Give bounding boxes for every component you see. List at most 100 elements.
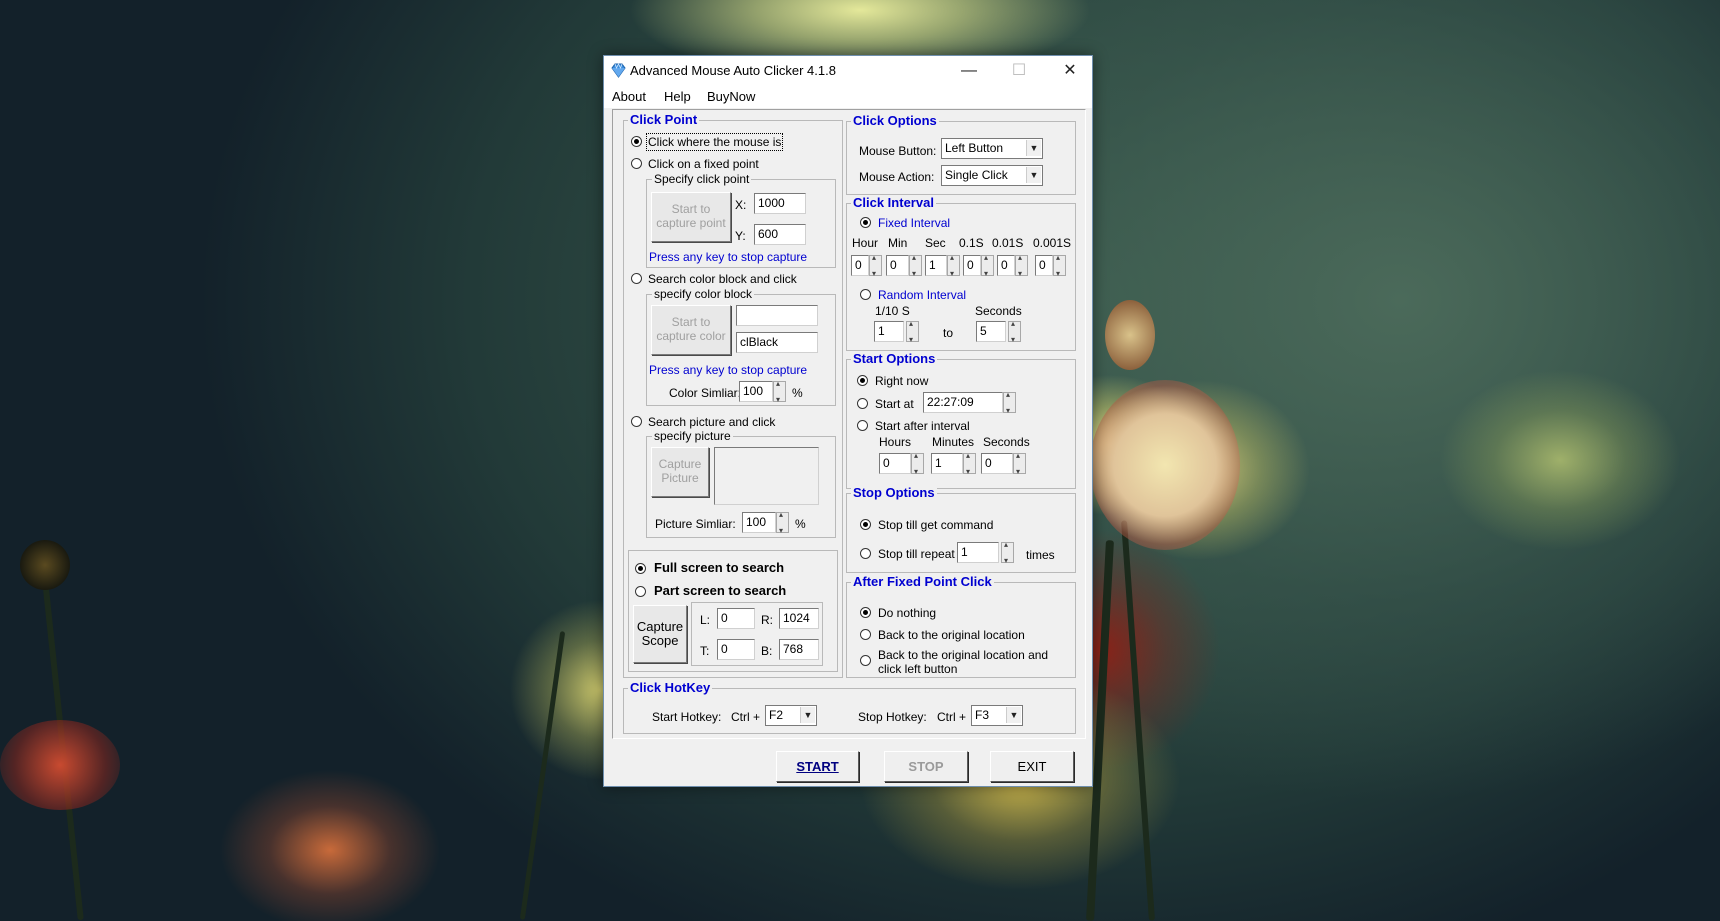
times-label: times (1026, 548, 1055, 562)
radio-search-picture[interactable] (631, 416, 642, 427)
interval-min-input[interactable]: 0 (886, 255, 909, 276)
specify-color-title: specify color block (652, 287, 755, 301)
specify-picture-title: specify picture (652, 429, 733, 443)
label-back-and-click-line1[interactable]: Back to the original location and (878, 648, 1048, 662)
repeat-count-input[interactable]: 1 (957, 542, 999, 563)
start-button[interactable]: START (776, 751, 859, 782)
stop-options-group: Stop Options Stop till get command Stop … (846, 486, 1076, 573)
interval-hundredth-input[interactable]: 0 (997, 255, 1015, 276)
radio-back-original[interactable] (860, 629, 871, 640)
start-minutes-input[interactable]: 1 (931, 453, 963, 474)
stop-button[interactable]: STOP (884, 751, 968, 782)
menu-buynow[interactable]: BuyNow (707, 89, 755, 104)
title-bar[interactable]: Advanced Mouse Auto Clicker 4.1.8 — ☐ ✕ (604, 56, 1092, 86)
radio-fixed-point[interactable] (631, 158, 642, 169)
radio-mouse-is[interactable] (631, 136, 642, 147)
start-at-time-spinner[interactable] (1003, 390, 1016, 415)
label-till-repeat[interactable]: Stop till repeat (878, 547, 955, 561)
label-till-command[interactable]: Stop till get command (878, 518, 993, 532)
close-icon: ✕ (1063, 62, 1077, 79)
interval-hour-input[interactable]: 0 (851, 255, 869, 276)
radio-full-screen[interactable] (635, 563, 646, 574)
label-search-color[interactable]: Search color block and click (648, 272, 797, 286)
mouse-action-select[interactable]: Single Click ▼ (941, 165, 1043, 186)
radio-random-interval[interactable] (860, 289, 871, 300)
label-after-interval[interactable]: Start after interval (875, 419, 970, 433)
start-seconds-input[interactable]: 0 (981, 453, 1013, 474)
mouse-button-value: Left Button (945, 141, 1004, 155)
interval-min-spinner[interactable] (909, 253, 922, 278)
label-right-now[interactable]: Right now (875, 374, 928, 388)
radio-back-and-click[interactable] (860, 655, 871, 666)
start-hours-input[interactable]: 0 (879, 453, 911, 474)
label-back-and-click-line2[interactable]: click left button (878, 662, 957, 676)
t-input[interactable]: 0 (717, 639, 755, 660)
random-to-spinner[interactable] (1008, 319, 1021, 344)
close-button[interactable]: ✕ (1047, 56, 1093, 86)
random-to-input[interactable]: 5 (976, 321, 1006, 342)
radio-after-interval[interactable] (857, 420, 868, 431)
interval-thousandth-spinner[interactable] (1053, 253, 1066, 278)
interval-tenth-spinner[interactable] (981, 253, 994, 278)
b-input[interactable]: 768 (779, 639, 819, 660)
start-seconds-spinner[interactable] (1013, 451, 1026, 476)
label-full-screen[interactable]: Full screen to search (654, 561, 784, 575)
random-from-spinner[interactable] (906, 319, 919, 344)
random-seconds-label: Seconds (975, 304, 1022, 318)
interval-sec-spinner[interactable] (947, 253, 960, 278)
radio-start-at[interactable] (857, 398, 868, 409)
minimize-button[interactable]: — (946, 56, 992, 86)
radio-till-command[interactable] (860, 519, 871, 530)
color-similar-input[interactable]: 100 (739, 381, 773, 402)
interval-hundredth-spinner[interactable] (1015, 253, 1028, 278)
interval-thousandth-input[interactable]: 0 (1035, 255, 1053, 276)
random-from-input[interactable]: 1 (874, 321, 904, 342)
radio-do-nothing[interactable] (860, 607, 871, 618)
label-start-at[interactable]: Start at (875, 397, 914, 411)
maximize-icon: ☐ (1011, 62, 1027, 79)
radio-part-screen[interactable] (635, 586, 646, 597)
label-part-screen[interactable]: Part screen to search (654, 584, 786, 598)
exit-button[interactable]: EXIT (990, 751, 1074, 782)
interval-header: 0.001S (1033, 236, 1072, 250)
y-input[interactable]: 600 (754, 224, 806, 245)
menu-about[interactable]: About (612, 89, 646, 104)
click-point-title: Click Point (628, 112, 700, 127)
stop-hotkey-select[interactable]: F3 ▼ (971, 705, 1023, 726)
interval-tenth-input[interactable]: 0 (963, 255, 981, 276)
radio-till-repeat[interactable] (860, 548, 871, 559)
color-similar-spinner[interactable] (773, 379, 786, 404)
color-name-input[interactable]: clBlack (736, 332, 818, 353)
mouse-button-select[interactable]: Left Button ▼ (941, 138, 1043, 159)
label-fixed-point[interactable]: Click on a fixed point (648, 157, 759, 171)
label-search-picture[interactable]: Search picture and click (648, 415, 775, 429)
x-input[interactable]: 1000 (754, 193, 806, 214)
start-minutes-spinner[interactable] (963, 451, 976, 476)
repeat-count-spinner[interactable] (1001, 540, 1014, 565)
interval-hour-spinner[interactable] (869, 253, 882, 278)
interval-sec-input[interactable]: 1 (925, 255, 947, 276)
radio-search-color[interactable] (631, 273, 642, 284)
l-input[interactable]: 0 (717, 608, 755, 629)
picture-similar-input[interactable]: 100 (742, 512, 776, 533)
click-interval-title: Click Interval (851, 195, 936, 210)
label-back-original[interactable]: Back to the original location (878, 628, 1025, 642)
capture-point-button[interactable]: Start to capture point (651, 192, 731, 242)
label-fixed-interval[interactable]: Fixed Interval (878, 216, 950, 230)
menu-help[interactable]: Help (664, 89, 691, 104)
radio-right-now[interactable] (857, 375, 868, 386)
label-random-interval[interactable]: Random Interval (878, 288, 966, 302)
capture-color-button[interactable]: Start to capture color (651, 305, 731, 355)
start-hotkey-select[interactable]: F2 ▼ (765, 705, 817, 726)
start-at-time-input[interactable]: 22:27:09 (923, 392, 1003, 413)
radio-fixed-interval[interactable] (860, 217, 871, 228)
r-input[interactable]: 1024 (779, 608, 819, 629)
capture-scope-button[interactable]: Capture Scope (633, 605, 687, 663)
picture-similar-spinner[interactable] (776, 510, 789, 535)
label-mouse-is[interactable]: Click where the mouse is (645, 133, 784, 151)
maximize-button[interactable]: ☐ (996, 56, 1042, 86)
click-options-group: Click Options Mouse Button: Left Button … (846, 114, 1076, 195)
start-hours-spinner[interactable] (911, 451, 924, 476)
capture-picture-button[interactable]: Capture Picture (651, 447, 709, 497)
label-do-nothing[interactable]: Do nothing (878, 606, 936, 620)
